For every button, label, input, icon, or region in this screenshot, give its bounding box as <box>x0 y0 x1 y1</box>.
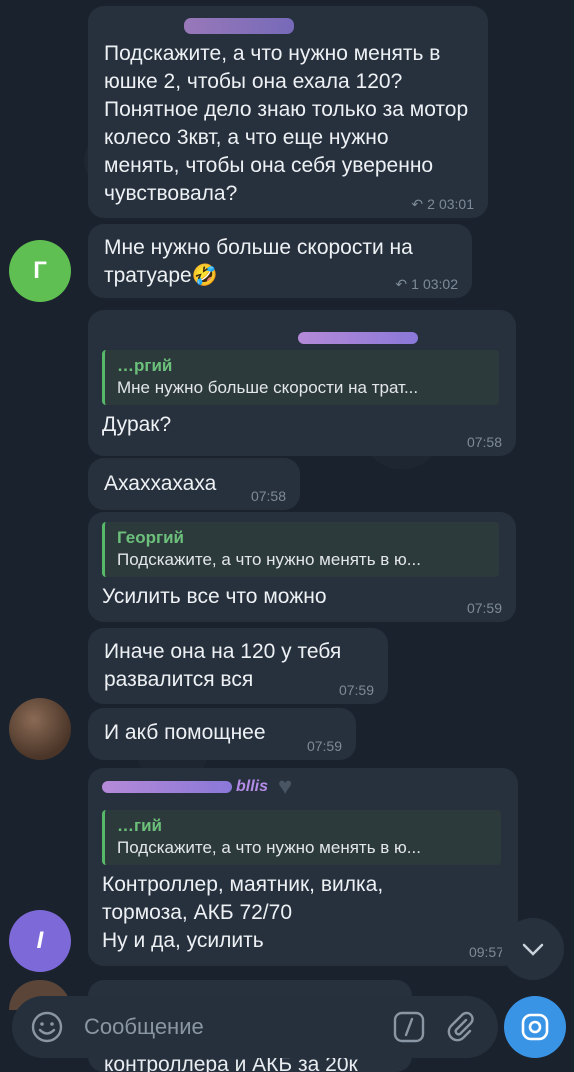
message-time: 07:59 <box>466 600 502 616</box>
message-meta: 07:59 <box>467 600 502 616</box>
message-composer[interactable]: Сообщение <box>12 996 498 1058</box>
camera-icon <box>521 1013 549 1041</box>
sender-name: bllis ♥ <box>102 773 504 800</box>
sender-name-redacted <box>102 781 232 793</box>
quote-text: Подскажите, а что нужно менять в ю... <box>117 838 421 857</box>
quote-text: Мне нужно больше скорости на трат... <box>117 378 419 397</box>
sender-name-redacted <box>298 324 418 352</box>
message-text: Иначе она на 120 у тебя развалится вся <box>104 640 342 691</box>
avatar-letter: Г <box>33 257 47 284</box>
quote-author: Георгий <box>117 528 184 547</box>
avatar[interactable]: I <box>9 910 71 972</box>
message-bubble[interactable]: Мне нужно больше скорости на тратуаре🤣 ↶… <box>88 224 472 298</box>
quote-author: …гий <box>117 816 162 835</box>
heart-icon: ♥ <box>278 773 293 800</box>
message-text: Контроллер, маятник, вилка, тормоза, АКБ… <box>102 873 384 952</box>
avatar[interactable]: Г <box>9 240 71 302</box>
emoji-icon <box>31 1011 63 1043</box>
message-bubble[interactable]: Ахаххахаха 07:58 <box>88 458 300 510</box>
reply-quote[interactable]: …ргий Мне нужно больше скорости на трат.… <box>102 350 499 405</box>
message-meta: 07:58 <box>467 434 502 450</box>
message-time: 07:58 <box>466 434 502 450</box>
message-bubble[interactable]: Подскажите, а что нужно менять в юшке 2,… <box>88 6 488 218</box>
message-bubble[interactable]: Иначе она на 120 у тебя развалится вся 0… <box>88 628 388 704</box>
avatar-letter: I <box>36 927 44 954</box>
paperclip-icon <box>447 1011 474 1042</box>
message-time: 03:01 <box>438 196 474 212</box>
message-time: 07:59 <box>306 738 342 754</box>
message-text: Усилить все что можно <box>102 585 327 608</box>
reply-arrow-icon: ↶ <box>411 196 424 212</box>
message-meta: 07:58 <box>251 488 286 504</box>
slash-command-icon <box>393 1011 425 1043</box>
message-time: 07:59 <box>338 682 374 698</box>
reply-count: 1 <box>411 276 419 292</box>
message-meta: 09:57 <box>469 944 504 960</box>
message-time: 03:02 <box>422 276 458 292</box>
message-meta: ↶ 1 03:02 <box>395 276 458 292</box>
sender-name-tail: bllis <box>236 778 269 795</box>
quote-author: …ргий <box>117 356 173 375</box>
message-bubble[interactable]: И акб помощнее 07:59 <box>88 708 356 760</box>
message-time: 09:57 <box>468 944 504 960</box>
camera-button[interactable] <box>504 996 566 1058</box>
message-bubble[interactable]: Георгий Подскажите, а что нужно менять в… <box>88 512 516 622</box>
scroll-down-button[interactable] <box>502 918 564 980</box>
avatar-photo[interactable] <box>9 698 71 760</box>
command-button[interactable] <box>392 1010 426 1044</box>
reply-quote[interactable]: …гий Подскажите, а что нужно менять в ю.… <box>102 810 501 865</box>
reply-arrow-icon: ↶ <box>395 276 408 292</box>
sender-name-redacted <box>184 14 294 42</box>
message-meta: 07:59 <box>307 738 342 754</box>
reply-quote[interactable]: Георгий Подскажите, а что нужно менять в… <box>102 522 499 577</box>
quote-text: Подскажите, а что нужно менять в ю... <box>117 550 421 569</box>
emoji-button[interactable] <box>30 1010 64 1044</box>
attach-button[interactable] <box>444 1010 478 1044</box>
reply-count: 2 <box>427 196 435 212</box>
message-time: 07:58 <box>250 488 286 504</box>
message-input[interactable]: Сообщение <box>84 1014 204 1040</box>
message-bubble[interactable]: …ргий Мне нужно больше скорости на трат.… <box>88 310 516 456</box>
message-bubble[interactable]: bllis ♥ …гий Подскажите, а что нужно мен… <box>88 768 518 966</box>
message-meta: 07:59 <box>339 682 374 698</box>
message-text: Дурак? <box>102 413 172 436</box>
chevron-down-icon <box>522 943 544 956</box>
message-text: Подскажите, а что нужно менять в юшке 2,… <box>104 42 469 205</box>
message-meta: ↶ 2 03:01 <box>411 196 474 212</box>
